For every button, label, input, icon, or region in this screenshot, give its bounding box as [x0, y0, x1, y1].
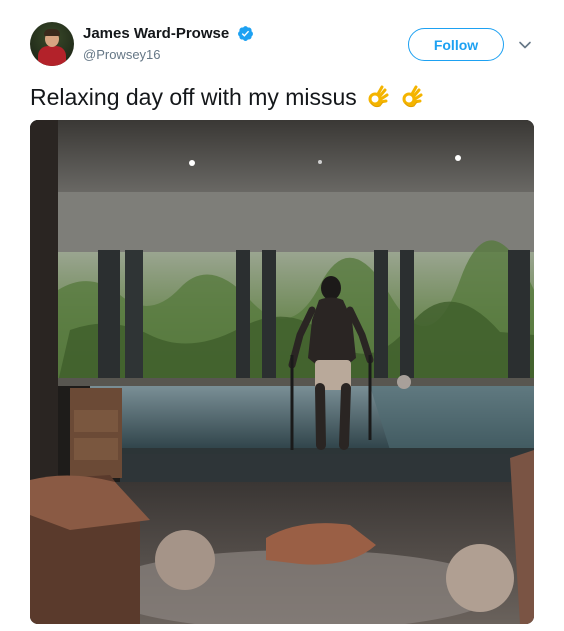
display-name[interactable]: James Ward-Prowse — [83, 25, 229, 43]
tweet-photo[interactable] — [30, 120, 534, 624]
ok-hand-emoji-icon — [368, 85, 389, 108]
spa-pool-photo — [30, 120, 534, 624]
avatar[interactable] — [30, 22, 74, 66]
tweet-text-row: Relaxing day off with my missus — [30, 83, 424, 111]
author-block[interactable]: James Ward-Prowse @Prowsey16 — [83, 25, 254, 64]
tweet-header: James Ward-Prowse @Prowsey16 Follow — [30, 22, 540, 68]
chevron-down-icon[interactable] — [518, 38, 532, 52]
tweet-text: Relaxing day off with my missus — [30, 84, 357, 110]
ok-hand-emoji-icon — [402, 85, 423, 108]
follow-button[interactable]: Follow — [408, 28, 504, 61]
verified-badge-icon — [237, 25, 253, 41]
handle[interactable]: @Prowsey16 — [83, 46, 254, 64]
